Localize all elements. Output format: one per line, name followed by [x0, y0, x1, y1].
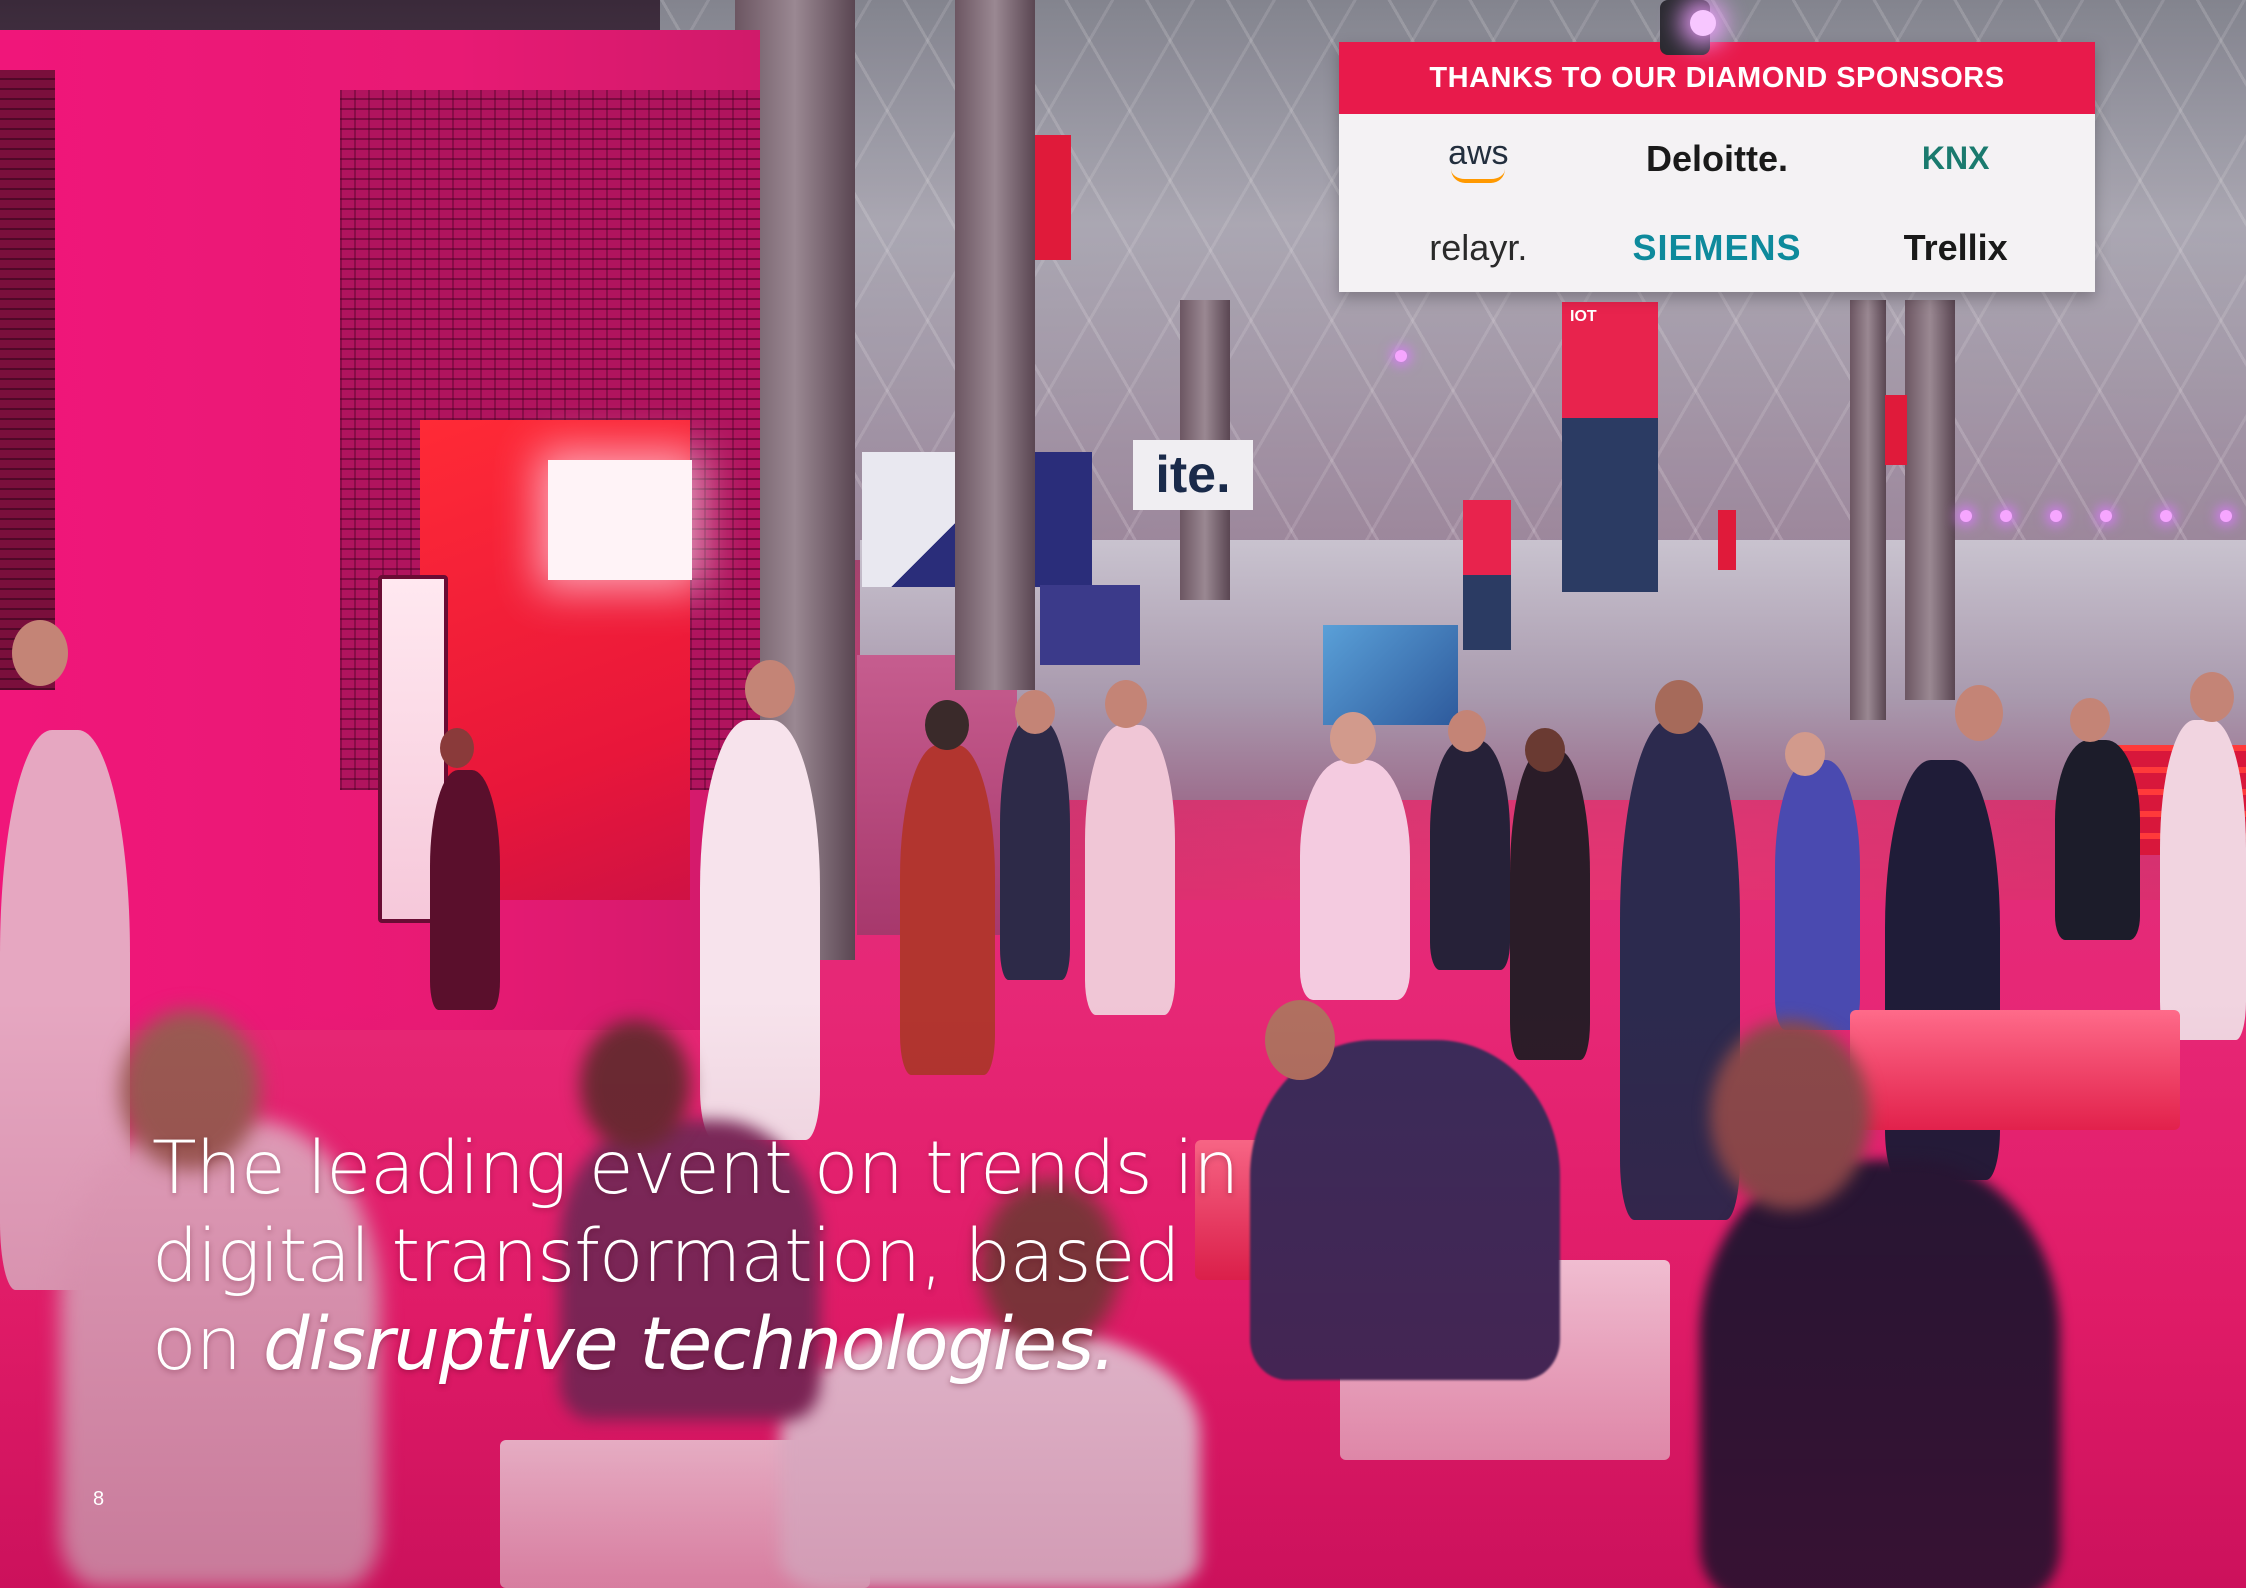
stage-spotlight — [1650, 0, 1730, 60]
attendee-head — [12, 620, 68, 686]
rig-light — [2160, 510, 2172, 522]
attendee-head — [925, 700, 969, 750]
hanging-red-banner — [1885, 395, 1907, 465]
rig-light — [1395, 350, 1407, 362]
page-number: 8 — [93, 1488, 105, 1510]
hanging-iot-banner: IOT — [1562, 302, 1658, 592]
attendee — [2160, 720, 2246, 1040]
attendee — [1000, 720, 1070, 980]
attendee-head — [1015, 690, 1055, 734]
rig-light — [2100, 510, 2112, 522]
attendee — [1775, 760, 1860, 1030]
rig-light — [2000, 510, 2012, 522]
booth-textured-wall — [0, 70, 55, 690]
booth-light-box — [548, 460, 692, 580]
sponsor-banner: THANKS TO OUR DIAMOND SPONSORS aws Deloi… — [1339, 42, 2095, 292]
trellix-logo: Trellix — [1903, 226, 2008, 268]
headline-line-2: digital transformation, based — [152, 1214, 1181, 1299]
attendee-head — [1525, 728, 1565, 772]
hanging-iot-banner-small — [1463, 500, 1511, 650]
attendee-head — [1955, 685, 2003, 741]
concrete-column — [1905, 300, 1955, 700]
attendee-head — [1655, 680, 1703, 734]
iot-banner-title: IOT — [1570, 308, 1597, 325]
headline-line-3-prefix: on — [152, 1302, 264, 1387]
headline-emphasis: disruptive technologies. — [263, 1302, 1116, 1387]
attendee-head — [1785, 732, 1825, 776]
headline-line-3: on disruptive technologies. — [152, 1301, 1252, 1389]
rig-light — [1960, 510, 1972, 522]
page-headline: The leading event on trends in digital t… — [152, 1125, 1252, 1389]
ite-sign: ite. — [1133, 440, 1253, 510]
relayr-logo: relayr. — [1429, 226, 1528, 268]
aws-logo: aws — [1448, 134, 1509, 183]
attendee-head — [440, 728, 474, 768]
attendee — [1300, 760, 1410, 1000]
attendee — [2055, 740, 2140, 940]
knx-logo: KNX — [1921, 140, 1990, 176]
partner-screen-arrows — [1040, 585, 1140, 665]
concrete-column — [1850, 300, 1886, 720]
sponsor-logo-grid: aws Deloitte. KNX relayr. SIEMENS Trelli… — [1339, 114, 2095, 292]
concrete-column — [955, 0, 1035, 690]
ite-sign-text: ite. — [1155, 446, 1231, 504]
attendee-head — [1105, 680, 1147, 728]
rig-light — [2220, 510, 2232, 522]
siemens-logo: SIEMENS — [1632, 226, 1802, 268]
attendee — [430, 770, 500, 1010]
video-wall — [1323, 625, 1458, 725]
hanging-red-banner — [1035, 135, 1071, 260]
attendee — [1430, 740, 1510, 970]
attendee-head — [1330, 712, 1376, 764]
attendee-head — [2190, 672, 2234, 722]
attendee — [1085, 725, 1175, 1015]
hanging-red-banner — [1718, 510, 1736, 570]
rig-light — [2050, 510, 2062, 522]
headline-line-1: The leading event on trends in — [152, 1126, 1239, 1211]
deloitte-logo: Deloitte. — [1645, 137, 1788, 179]
attendee-head — [1448, 710, 1486, 752]
attendee-head — [745, 660, 795, 718]
attendee-head — [2070, 698, 2110, 742]
brochure-page: ite. IOT THANKS TO OUR DIAMOND SPONSORS … — [0, 0, 2246, 1588]
